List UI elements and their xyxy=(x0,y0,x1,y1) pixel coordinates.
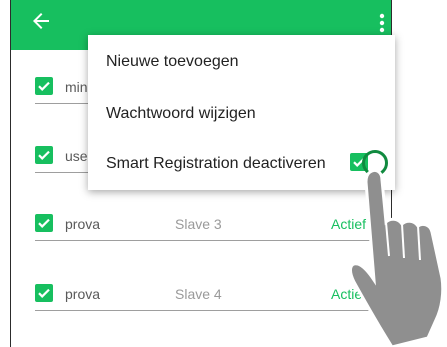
list-item[interactable]: prova Slave 4 Actie xyxy=(35,280,381,311)
checkbox-checked-icon[interactable] xyxy=(35,77,53,95)
menu-item-smart-registration[interactable]: Smart Registration deactiveren xyxy=(106,155,326,173)
more-vertical-icon[interactable] xyxy=(379,13,385,33)
checkbox-checked-icon[interactable] xyxy=(35,146,53,164)
list-item[interactable]: prova Slave 3 Actief xyxy=(35,210,381,241)
row-name: prova xyxy=(65,286,101,302)
pointing-hand-icon xyxy=(349,168,445,347)
row-name: use xyxy=(65,148,88,164)
checkbox-checked-icon[interactable] xyxy=(35,284,53,302)
row-slave: Slave 4 xyxy=(175,286,222,302)
menu-item-add-new[interactable]: Nieuwe toevoegen xyxy=(106,53,239,71)
menu-item-change-password[interactable]: Wachtwoord wijzigen xyxy=(106,105,256,123)
arrow-left-icon[interactable] xyxy=(29,9,53,33)
row-name: prova xyxy=(65,216,101,232)
row-slave: Slave 3 xyxy=(175,216,222,232)
checkbox-checked-icon[interactable] xyxy=(35,214,53,232)
row-name: min xyxy=(65,79,88,95)
